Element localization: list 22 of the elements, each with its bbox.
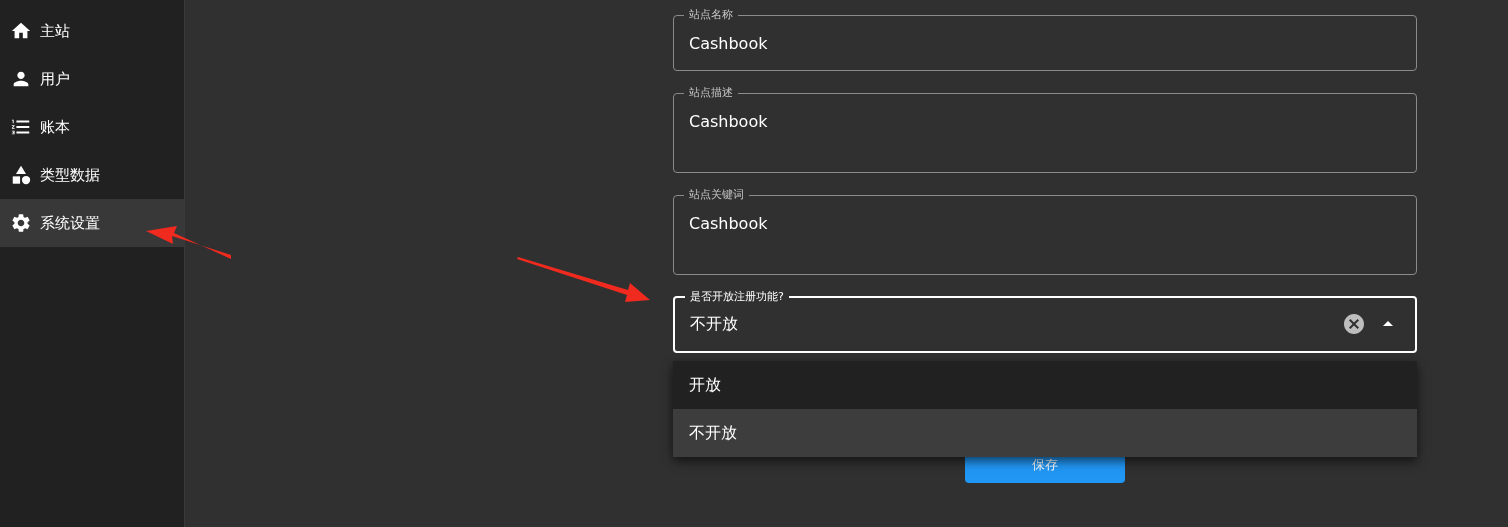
clear-icon[interactable] [1342, 312, 1366, 336]
settings-icon [10, 212, 32, 234]
select-value: 不开放 [690, 313, 739, 335]
sidebar-item[interactable]: 主站 [0, 7, 184, 55]
field-label: 站点关键词 [688, 188, 745, 202]
field-label: 站点描述 [688, 86, 734, 100]
sidebar-item[interactable]: 账本 [0, 103, 184, 151]
field-value: Cashbook [689, 34, 768, 53]
shapes-icon [10, 164, 32, 186]
sidebar-item[interactable]: 类型数据 [0, 151, 184, 199]
dropdown-option[interactable]: 开放 [673, 361, 1417, 409]
select-field[interactable]: 是否开放注册功能? 不开放 [673, 290, 1417, 353]
field-label: 是否开放注册功能? [689, 290, 785, 304]
field-value: Cashbook [689, 112, 768, 131]
sidebar-item[interactable]: 系统设置 [0, 199, 184, 247]
field-value: Cashbook [689, 214, 768, 233]
field-label: 站点名称 [688, 8, 734, 22]
text-area-field[interactable]: 站点描述 Cashbook [673, 86, 1417, 173]
input-field[interactable]: 站点名称 Cashbook [673, 8, 1417, 71]
text-area-field[interactable]: 站点关键词 Cashbook [673, 188, 1417, 275]
sidebar-item[interactable]: 用户 [0, 55, 184, 103]
dropdown-option[interactable]: 不开放 [673, 409, 1417, 457]
